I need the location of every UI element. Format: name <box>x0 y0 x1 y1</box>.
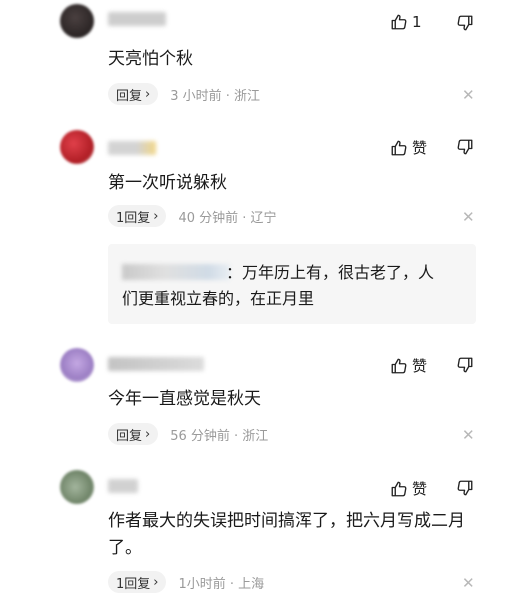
comment-meta: 回复 › 56 分钟前 · 浙江 <box>108 423 268 445</box>
reply-label: 回复 <box>116 88 143 104</box>
reply-button[interactable]: 1回复 › <box>108 205 167 227</box>
reply-button[interactable]: 回复 › <box>108 83 159 105</box>
dislike-button[interactable] <box>456 479 474 497</box>
like-button[interactable]: 1 <box>390 13 422 31</box>
like-button[interactable]: 赞 <box>390 137 427 158</box>
username-blurred[interactable] <box>108 141 156 155</box>
reply-label: 1回复 <box>116 576 151 592</box>
chevron-right-icon: › <box>145 426 151 442</box>
avatar[interactable] <box>60 4 94 38</box>
reply-button[interactable]: 回复 › <box>108 423 159 445</box>
time-location: 3 小时前 · 浙江 <box>170 88 261 104</box>
time-location: 1小时前 · 上海 <box>178 576 265 592</box>
avatar[interactable] <box>60 348 94 382</box>
comment-text: 今年一直感觉是秋天 <box>108 389 261 409</box>
dislike-button[interactable] <box>456 14 474 32</box>
time-location: 56 分钟前 · 浙江 <box>170 428 269 444</box>
comment-meta: 1回复 › 40 分钟前 · 辽宁 <box>108 205 277 227</box>
comment-text: 作者最大的失误把时间搞浑了，把六月写成二月了。 <box>108 511 465 558</box>
thumbs-down-icon <box>456 356 474 374</box>
chevron-right-icon: › <box>145 86 151 102</box>
comment-item: 赞 第一次听说躲秋 1回复 › 40 分钟前 · 辽宁 ✕ ：万年历上有，很古老… <box>0 120 522 330</box>
sub-reply-text: 们更重视立春的，在正月里 <box>122 289 315 308</box>
username-blurred[interactable] <box>108 357 204 371</box>
chevron-right-icon: › <box>153 574 159 590</box>
username-blurred[interactable] <box>108 12 166 26</box>
close-icon[interactable]: ✕ <box>462 574 475 592</box>
reply-label: 1回复 <box>116 210 151 226</box>
reply-label: 回复 <box>116 428 143 444</box>
comment-item: 1 天亮怕个秋 回复 › 3 小时前 · 浙江 ✕ <box>0 0 522 115</box>
reply-button[interactable]: 1回复 › <box>108 571 167 593</box>
username-blurred[interactable] <box>122 264 230 280</box>
like-label: 赞 <box>412 139 428 157</box>
username-blurred[interactable] <box>108 479 138 493</box>
chevron-right-icon: › <box>153 208 159 224</box>
thumbs-up-icon <box>390 480 408 498</box>
thumbs-up-icon <box>390 139 408 157</box>
sub-reply-text: ：万年历上有，很古老了，人 <box>226 263 435 282</box>
like-button[interactable]: 赞 <box>390 355 427 376</box>
like-label: 赞 <box>412 480 428 498</box>
thumbs-down-icon <box>456 14 474 32</box>
close-icon[interactable]: ✕ <box>462 426 475 444</box>
thumbs-up-icon <box>390 357 408 375</box>
comment-item: 赞 作者最大的失误把时间搞浑了，把六月写成二月了。 1回复 › 1小时前 · 上… <box>0 462 522 600</box>
close-icon[interactable]: ✕ <box>462 86 475 104</box>
dislike-button[interactable] <box>456 356 474 374</box>
close-icon[interactable]: ✕ <box>462 208 475 226</box>
like-label: 赞 <box>412 357 428 375</box>
time-location: 40 分钟前 · 辽宁 <box>178 210 277 226</box>
avatar[interactable] <box>60 470 94 504</box>
comment-text: 第一次听说躲秋 <box>108 173 227 193</box>
comment-meta: 1回复 › 1小时前 · 上海 <box>108 571 264 593</box>
comment-meta: 回复 › 3 小时前 · 浙江 <box>108 83 260 105</box>
thumbs-down-icon <box>456 138 474 156</box>
avatar[interactable] <box>60 130 94 164</box>
like-count: 1 <box>412 13 422 31</box>
comment-item: 赞 今年一直感觉是秋天 回复 › 56 分钟前 · 浙江 ✕ <box>0 342 522 454</box>
like-button[interactable]: 赞 <box>390 478 427 499</box>
dislike-button[interactable] <box>456 138 474 156</box>
thumbs-up-icon <box>390 13 408 31</box>
comment-text: 天亮怕个秋 <box>108 49 193 69</box>
sub-reply-card[interactable]: ：万年历上有，很古老了，人 们更重视立春的，在正月里 <box>108 244 476 324</box>
thumbs-down-icon <box>456 479 474 497</box>
